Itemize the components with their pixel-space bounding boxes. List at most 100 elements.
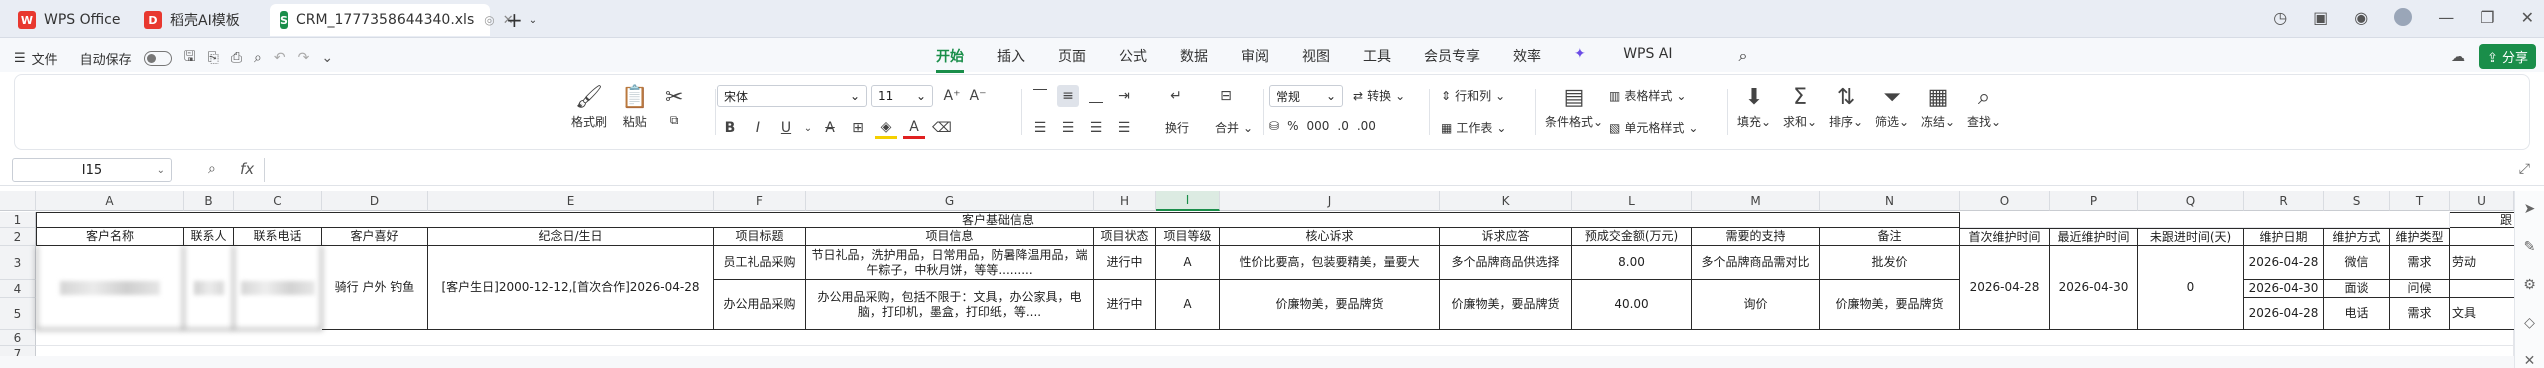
format-painter-button[interactable]: 🖌 格式刷 (571, 83, 607, 130)
column-header[interactable]: F (714, 191, 806, 211)
core-need-cell[interactable]: 性价比要高，包装要精美，量要大 (1220, 246, 1440, 280)
minimize-icon[interactable]: — (2438, 8, 2454, 27)
thousands-icon[interactable]: 000 (1306, 119, 1329, 133)
tab-formula[interactable]: 公式 (1119, 46, 1147, 73)
align-middle-icon[interactable]: ≡ (1057, 85, 1079, 107)
pointer-icon[interactable]: ➤ (2524, 201, 2536, 217)
percent-icon[interactable]: % (1287, 119, 1298, 133)
hamburger-icon[interactable]: ☰ (14, 51, 26, 66)
tools-icon[interactable]: ✕ (2524, 353, 2536, 368)
column-header[interactable]: A (36, 191, 184, 211)
export-pdf-icon[interactable]: ⎘ (208, 50, 219, 66)
hobby-cell[interactable]: 骑行 户外 钓鱼 (322, 246, 428, 330)
header-cell[interactable]: 维护日期 (2244, 228, 2324, 246)
search-icon[interactable]: ⌕ (1739, 46, 1748, 73)
select-all-corner[interactable] (0, 191, 36, 211)
header-cell[interactable]: 联系人 (184, 228, 234, 246)
table-style-button[interactable]: ▥ 表格样式 ⌄ (1609, 87, 1686, 104)
column-header[interactable]: R (2244, 191, 2324, 211)
print-preview-icon[interactable]: ⌕ (254, 50, 262, 66)
column-header[interactable]: K (1440, 191, 1572, 211)
contact-cell[interactable] (184, 246, 234, 330)
sort-button[interactable]: ⇅ 排序⌄ (1829, 83, 1863, 130)
filter-button[interactable]: ⏷ 筛选⌄ (1875, 83, 1909, 130)
maint-method-cell[interactable]: 微信 (2324, 246, 2390, 280)
justify-icon[interactable]: ☰ (1113, 117, 1135, 139)
expand-icon[interactable]: ⤢ (2519, 161, 2530, 177)
header-cell[interactable]: 诉求应答 (1440, 228, 1572, 246)
column-header[interactable]: N (1820, 191, 1960, 211)
project-title-cell[interactable]: 员工礼品采购 (714, 246, 806, 280)
customer-name-cell[interactable] (36, 246, 184, 330)
header-cell[interactable]: 纪念日/生日 (428, 228, 714, 246)
tab-tools[interactable]: 工具 (1363, 46, 1391, 73)
tab-page[interactable]: 页面 (1058, 46, 1086, 73)
tab-review[interactable]: 审阅 (1241, 46, 1269, 73)
font-size-select[interactable]: 11 ⌄ (871, 85, 933, 107)
skin-icon[interactable]: ◉ (2354, 8, 2368, 27)
header-cell[interactable]: 客户喜好 (322, 228, 428, 246)
row-header[interactable]: 2 (0, 228, 36, 246)
merge-icon-button[interactable]: ⊟ (1215, 85, 1237, 107)
tab-wps-office[interactable]: W WPS Office (8, 4, 126, 36)
maint-date-cell[interactable]: 2026-04-28 (2244, 246, 2324, 280)
maint-date-cell[interactable]: 2026-04-28 (2244, 298, 2324, 330)
phone-cell[interactable] (234, 246, 322, 330)
convert-button[interactable]: ⇄ 转换 ⌄ (1353, 87, 1405, 104)
tab-member[interactable]: 会员专享 (1424, 46, 1480, 73)
column-header[interactable]: M (1692, 191, 1820, 211)
anniversary-cell[interactable]: [客户生日]2000-12-12,[首次合作]2026-04-28 (428, 246, 714, 330)
column-header[interactable]: L (1572, 191, 1692, 211)
avatar[interactable] (2394, 8, 2413, 26)
maint-method-cell[interactable]: 面谈 (2324, 280, 2390, 298)
tab-efficiency[interactable]: 效率 (1513, 46, 1541, 73)
header-cell[interactable]: 首次维护时间 (1960, 228, 2050, 246)
project-status-cell[interactable]: 进行中 (1094, 246, 1156, 280)
note-cell[interactable]: 价廉物美，要品牌货 (1820, 280, 1960, 330)
border-icon[interactable]: ⊞ (847, 117, 869, 139)
chevron-down-icon[interactable]: ⌄ (321, 50, 333, 66)
header-cell[interactable]: 备注 (1820, 228, 1960, 246)
header-cell[interactable]: 未跟进时间(天) (2138, 228, 2244, 246)
tab-insert[interactable]: 插入 (997, 46, 1025, 73)
share-button[interactable]: ⇪ 分享 (2478, 44, 2536, 69)
header-cell[interactable]: 项目信息 (806, 228, 1094, 246)
column-header[interactable]: U (2450, 191, 2514, 211)
header-cell[interactable]: 维护类型 (2390, 228, 2450, 246)
amount-cell[interactable]: 8.00 (1572, 246, 1692, 280)
increase-decimal-icon[interactable]: .0 (1337, 119, 1348, 133)
row-header[interactable]: 4 (0, 280, 36, 298)
autosave-toggle[interactable] (143, 50, 172, 66)
column-header[interactable]: O (1960, 191, 2050, 211)
column-header[interactable]: B (184, 191, 234, 211)
column-header-selected[interactable]: I (1156, 191, 1220, 211)
days-unfollowed-cell[interactable]: 0 (2138, 246, 2244, 330)
increase-font-icon[interactable]: A⁺ (941, 85, 963, 107)
core-need-cell[interactable]: 价廉物美，要品牌货 (1220, 280, 1440, 330)
sum-button[interactable]: Σ 求和⌄ (1783, 83, 1817, 130)
align-top-icon[interactable]: ⎺ (1029, 85, 1051, 107)
maint-type-cell[interactable]: 需求 (2390, 246, 2450, 280)
maint-type-cell[interactable]: 问候 (2390, 280, 2450, 298)
column-header[interactable]: E (428, 191, 714, 211)
last-maintenance-cell[interactable]: 2026-04-30 (2050, 246, 2138, 330)
project-level-cell[interactable]: A (1156, 246, 1220, 280)
column-header[interactable]: T (2390, 191, 2450, 211)
row-header[interactable]: 5 (0, 298, 36, 330)
tab-crm-file[interactable]: S CRM_1777358644340.xls ◎ ✕ (270, 4, 514, 36)
cloud-icon[interactable]: ☁ (2451, 49, 2465, 65)
maint-date-cell[interactable]: 2026-04-30 (2244, 280, 2324, 298)
fill-button[interactable]: ⬇ 填充⌄ (1737, 83, 1771, 130)
empty-cell[interactable] (1960, 212, 2450, 228)
tab-home[interactable]: 开始 (936, 46, 964, 73)
fx-icon[interactable]: fx (240, 160, 254, 178)
italic-icon[interactable]: I (747, 117, 769, 139)
chevron-down-icon[interactable]: ⌄ (529, 15, 537, 26)
project-status-cell[interactable]: 进行中 (1094, 280, 1156, 330)
name-box[interactable]: I15 ⌄ (12, 158, 172, 182)
worksheet-button[interactable]: ▦ 工作表 ⌄ (1441, 119, 1506, 136)
group-header-cell[interactable]: 客户基础信息 (36, 212, 1960, 228)
edit-icon[interactable]: ✎ (2524, 239, 2536, 255)
shape-icon[interactable]: ◇ (2524, 315, 2535, 331)
need-answer-cell[interactable]: 多个品牌商品供选择 (1440, 246, 1572, 280)
